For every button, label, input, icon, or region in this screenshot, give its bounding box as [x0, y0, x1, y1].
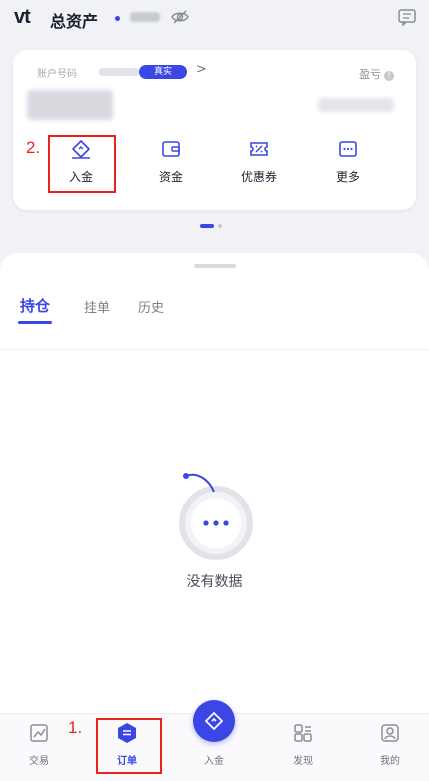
pager-dot-active — [200, 224, 214, 228]
info-icon[interactable]: ! — [384, 71, 394, 81]
more-icon — [339, 141, 357, 157]
pnl-label-text: 盈亏 — [359, 68, 381, 81]
annotation-number-1: 1. — [68, 718, 83, 737]
divider — [0, 349, 429, 350]
tab-indicator — [18, 321, 52, 324]
pnl-label: 盈亏! — [359, 66, 394, 82]
drag-handle[interactable] — [194, 264, 236, 268]
tab-positions[interactable]: 持仓 — [20, 295, 50, 316]
page-title: 总资产 — [50, 12, 99, 31]
account-type-badge: 真实 — [139, 65, 187, 79]
eye-off-icon[interactable] — [170, 9, 190, 25]
bottom-nav: 交易 订单 入金 发现 我的 — [0, 700, 429, 781]
nav-trade[interactable]: 交易 — [9, 722, 69, 767]
funds-action[interactable]: 资金 — [141, 138, 201, 194]
coupon-action[interactable]: 优惠券 — [229, 138, 289, 194]
nav-deposit-label: 入金 — [204, 756, 224, 767]
chevron-right-icon[interactable]: > — [196, 62, 207, 77]
empty-state-icon — [179, 473, 253, 560]
coupon-icon — [250, 142, 268, 156]
annotation-number-2: 2. — [26, 138, 41, 157]
more-label: 更多 — [335, 170, 360, 184]
pager-dot[interactable] — [218, 224, 222, 228]
nav-discover-label: 发现 — [293, 756, 313, 767]
annotation-box-orders — [96, 718, 162, 774]
profile-icon — [381, 724, 399, 742]
nav-deposit[interactable] — [193, 700, 235, 742]
empty-state-text: 没有数据 — [186, 574, 243, 590]
wallet-icon — [162, 141, 180, 157]
status-dot — [115, 16, 120, 21]
nav-discover[interactable]: 发现 — [273, 722, 333, 767]
top-header: vt 总资产 — [0, 0, 429, 40]
order-tabs: 持仓 挂单 历史 — [0, 293, 429, 337]
funds-label: 资金 — [158, 170, 183, 184]
nav-trade-label: 交易 — [29, 756, 49, 767]
coupon-label: 优惠券 — [240, 170, 277, 184]
carousel-pager — [200, 224, 230, 228]
app-logo: vt — [14, 6, 31, 28]
annotation-box-deposit — [48, 135, 116, 193]
message-icon[interactable] — [397, 8, 417, 26]
account-number-label: 账户号码 — [37, 69, 77, 80]
account-number-hidden — [99, 68, 139, 76]
tab-pending[interactable]: 挂单 — [84, 297, 110, 316]
pnl-value-hidden — [318, 98, 394, 112]
tab-history[interactable]: 历史 — [138, 297, 164, 316]
deposit-icon — [205, 712, 223, 730]
total-assets-value-hidden — [130, 12, 160, 22]
chart-icon — [30, 724, 48, 742]
more-action[interactable]: 更多 — [318, 138, 378, 194]
discover-icon — [294, 724, 312, 742]
nav-profile[interactable]: 我的 — [360, 722, 420, 767]
nav-profile-label: 我的 — [380, 756, 400, 767]
balance-value-hidden — [27, 90, 113, 120]
orders-sheet: 持仓 挂单 历史 没有数据 — [0, 253, 429, 713]
